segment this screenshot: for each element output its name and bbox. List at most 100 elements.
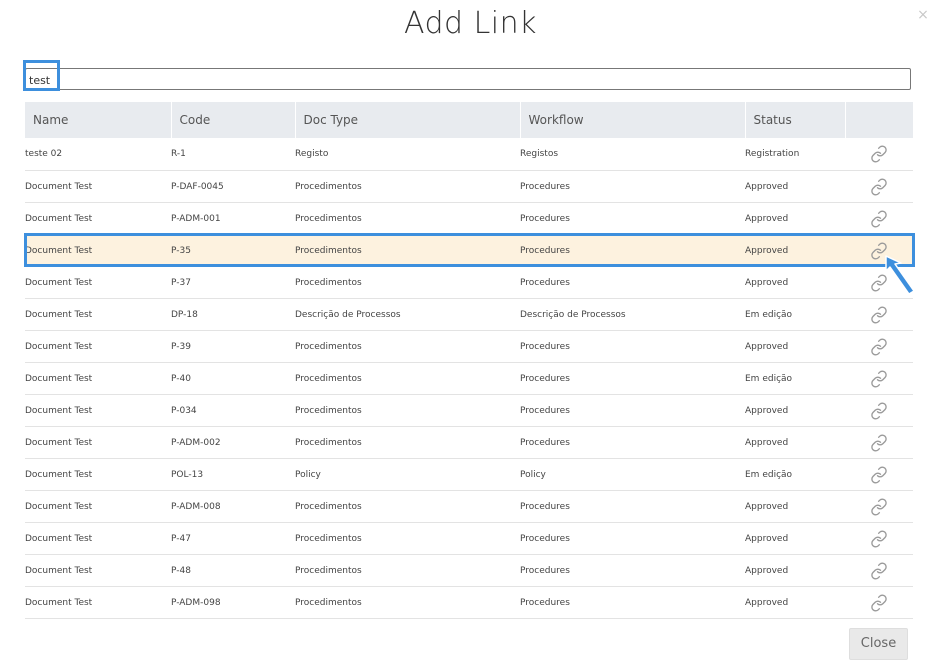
link-icon[interactable] — [870, 465, 888, 484]
row-action-cell — [845, 522, 913, 555]
column-header-code[interactable]: Code — [170, 102, 295, 138]
cell-status: Approved — [745, 394, 845, 427]
column-header-doc-type[interactable]: Doc Type — [294, 102, 520, 138]
cell-doc-type: Procedimentos — [295, 330, 520, 363]
cell-workflow: Procedures — [520, 586, 745, 619]
cell-status: Approved — [745, 522, 845, 555]
documents-table: Name Code Doc Type Workflow Status teste… — [25, 102, 913, 619]
table-row[interactable]: Document Test P-ADM-001 Procedimentos Proce… — [25, 202, 913, 235]
cell-code: P-DAF-0045 — [171, 170, 295, 203]
cell-doc-type: Procedimentos — [295, 202, 520, 235]
link-icon[interactable] — [870, 209, 888, 228]
cell-name: Document Test — [25, 458, 171, 491]
cell-name: Document Test — [25, 170, 171, 203]
cell-status: Em edição — [745, 298, 845, 331]
cell-status: Approved — [745, 330, 845, 363]
dialog-title: Add Link — [403, 6, 538, 41]
cell-code: P-40 — [171, 362, 295, 395]
table-row[interactable]: Document Test P-034 Procedimentos Procedure… — [25, 394, 913, 427]
search-input[interactable] — [26, 70, 910, 91]
column-header-workflow[interactable]: Workflow — [519, 102, 745, 138]
link-icon[interactable] — [870, 433, 888, 452]
cell-name: Document Test — [25, 522, 171, 555]
link-icon[interactable] — [870, 177, 888, 196]
cell-code: R-1 — [171, 138, 295, 171]
table-row[interactable]: Document Test P-48 Procedimentos Procedures… — [25, 554, 913, 587]
row-action-cell — [845, 490, 913, 523]
cell-workflow: Procedures — [520, 266, 745, 299]
cell-doc-type: Procedimentos — [295, 426, 520, 459]
cell-doc-type: Procedimentos — [295, 522, 520, 555]
table-row[interactable]: Document Test P-35 Procedimentos Procedures… — [25, 234, 913, 267]
close-icon[interactable]: × — [916, 8, 930, 22]
cell-workflow: Procedures — [520, 522, 745, 555]
cell-status: Em edição — [745, 458, 845, 491]
link-icon[interactable] — [870, 401, 888, 420]
table-row[interactable]: Document Test P-ADM-002 Procedimentos Proce… — [25, 426, 913, 459]
table-row[interactable]: teste 02 R-1 Registo Registos Registration — [25, 138, 913, 171]
cell-name: Document Test — [25, 330, 171, 363]
cell-name: Document Test — [25, 394, 171, 427]
cell-status: Approved — [745, 554, 845, 587]
link-icon[interactable] — [870, 529, 888, 548]
cell-status: Approved — [745, 426, 845, 459]
close-button[interactable]: Close — [849, 628, 908, 660]
table-row[interactable]: Document Test P-37 Procedimentos Procedures… — [25, 266, 913, 299]
link-icon[interactable] — [870, 337, 888, 356]
column-header-name[interactable]: Name — [25, 102, 171, 138]
table-row[interactable]: Document Test P-ADM-098 Procedimentos Proce… — [25, 586, 913, 619]
cell-code: P-47 — [171, 522, 295, 555]
link-icon[interactable] — [870, 561, 888, 580]
link-icon[interactable] — [870, 497, 888, 516]
cell-status: Approved — [745, 170, 845, 203]
cell-doc-type: Procedimentos — [295, 362, 520, 395]
table-row[interactable]: Document Test P-47 Procedimentos Procedures… — [25, 522, 913, 555]
cell-code: P-ADM-098 — [171, 586, 295, 619]
cell-workflow: Procedures — [520, 362, 745, 395]
cell-workflow: Procedures — [520, 554, 745, 587]
cell-workflow: Descrição de Processos — [520, 298, 745, 331]
cell-doc-type: Procedimentos — [295, 234, 520, 267]
link-icon[interactable] — [870, 145, 888, 163]
row-action-cell — [845, 330, 913, 363]
table-row[interactable]: Document Test P-39 Procedimentos Procedures… — [25, 330, 913, 363]
table-row[interactable]: Document Test P-40 Procedimentos Procedures… — [25, 362, 913, 395]
table-row[interactable]: Document Test POL-13 Policy Policy Em edição — [25, 458, 913, 491]
row-action-cell — [845, 298, 913, 331]
cell-status: Registration — [745, 138, 845, 171]
cell-doc-type: Procedimentos — [295, 586, 520, 619]
row-action-cell — [845, 554, 913, 587]
table-row[interactable]: Document Test P-ADM-008 Procedimentos Proce… — [25, 490, 913, 523]
cell-doc-type: Procedimentos — [295, 170, 520, 203]
row-action-cell — [845, 394, 913, 427]
cell-code: P-37 — [171, 266, 295, 299]
cell-workflow: Policy — [520, 458, 745, 491]
link-icon[interactable] — [870, 369, 888, 388]
cell-code: DP-18 — [171, 298, 295, 331]
cell-name: Document Test — [25, 202, 171, 235]
cell-code: P-ADM-008 — [171, 490, 295, 523]
cell-doc-type: Procedimentos — [295, 266, 520, 299]
row-action-cell — [845, 458, 913, 491]
cell-name: Document Test — [25, 490, 171, 523]
cell-name: Document Test — [25, 426, 171, 459]
row-action-cell — [845, 138, 913, 171]
cell-doc-type: Policy — [295, 458, 520, 491]
row-action-cell — [845, 586, 913, 619]
cell-workflow: Procedures — [520, 170, 745, 203]
cell-code: P-034 — [171, 394, 295, 427]
link-icon[interactable] — [870, 305, 888, 324]
search-field[interactable] — [25, 68, 911, 91]
table-header-row: Name Code Doc Type Workflow Status — [25, 102, 913, 138]
cell-name: Document Test — [25, 298, 171, 331]
column-header-status[interactable]: Status — [744, 102, 845, 138]
cell-status: Approved — [745, 234, 845, 267]
link-icon[interactable] — [870, 593, 888, 612]
cell-workflow: Procedures — [520, 234, 745, 267]
cell-workflow: Procedures — [520, 202, 745, 235]
cell-doc-type: Procedimentos — [295, 394, 520, 427]
table-row[interactable]: Document Test DP-18 Descrição de Processos… — [25, 298, 913, 331]
cell-code: P-48 — [171, 554, 295, 587]
table-row[interactable]: Document Test P-DAF-0045 Procedimentos Proc… — [25, 170, 913, 203]
cell-name: Document Test — [25, 554, 171, 587]
